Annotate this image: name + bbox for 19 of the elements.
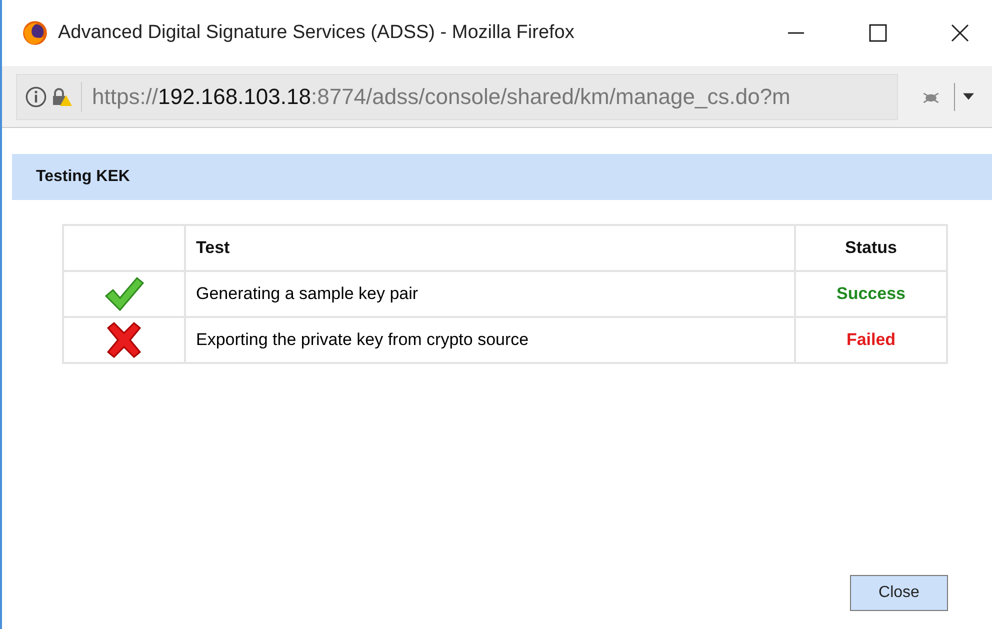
panel-title: Testing KEK bbox=[36, 168, 130, 186]
table-cell: Generating a sample key pair bbox=[185, 271, 795, 317]
browser-logo-icon bbox=[22, 20, 48, 46]
status-cell: Failed bbox=[795, 317, 947, 363]
info-icon[interactable] bbox=[25, 86, 47, 108]
column-header: Status bbox=[795, 225, 947, 271]
check-icon bbox=[104, 276, 144, 312]
lock-warning-icon[interactable] bbox=[51, 86, 73, 108]
status-cell: Success bbox=[795, 271, 947, 317]
address-bar[interactable]: https://192.168.103.18:8774/adss/console/shared/km/manage_cs.do?m bbox=[16, 74, 898, 120]
dropdown-caret-icon[interactable] bbox=[963, 93, 974, 100]
window-title: Advanced Digital Signature Services (ADSS) - Mozilla Firefox bbox=[58, 22, 574, 44]
close-button[interactable]: Close bbox=[850, 575, 948, 611]
cross-icon bbox=[104, 322, 144, 358]
maximize-icon[interactable] bbox=[868, 23, 888, 43]
column-header: Test bbox=[185, 225, 795, 271]
close-icon[interactable] bbox=[950, 23, 970, 43]
url-text: https://192.168.103.18:8774/adss/console/shared/km/manage_cs.do?m bbox=[92, 84, 790, 110]
table-cell: Exporting the private key from crypto source bbox=[185, 317, 795, 363]
